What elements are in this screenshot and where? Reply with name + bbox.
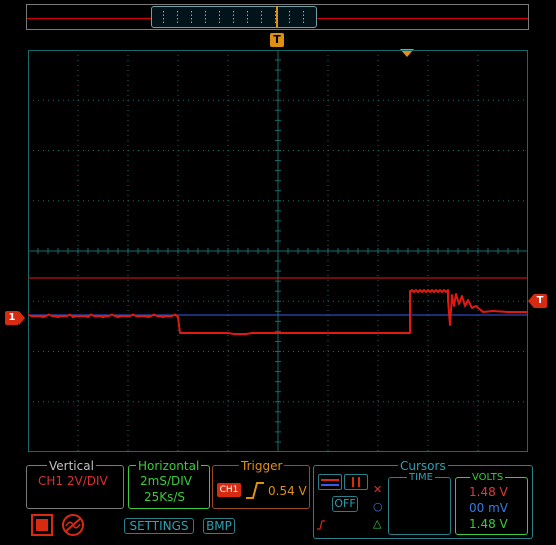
ch1-level-marker-label: 1 [8,312,16,323]
overview-grid-dot [303,11,304,13]
overview-grid-dot [191,18,192,20]
overview-grid-dot [261,11,262,13]
overview-grid-dot [261,21,262,23]
cursor-time-label: TIME [407,472,436,484]
overview-grid-dot [219,18,220,20]
bmp-label: BMP [206,519,232,533]
ch1-level-marker[interactable]: 1 [5,311,19,325]
cursor-vertical-mode-button[interactable] [344,474,368,490]
overview-grid-dot [289,11,290,13]
cursor-time-box [388,477,451,535]
overview-grid-dot [163,18,164,20]
overview-grid-dot [163,11,164,13]
scope-display[interactable] [28,50,528,452]
horizontal-timebase-value[interactable]: 2mS/DIV [140,474,192,488]
overview-grid-dot [205,11,206,13]
overview-grid-dot [303,14,304,16]
cursor-v2-value: 1.48 V [469,517,508,531]
auto-setup-disabled-icon[interactable] [60,513,86,537]
overview-grid-dot [247,18,248,20]
horizontal-sample-rate: 25Ks/S [144,490,186,504]
cursor-v1-value: 1.48 V [469,485,508,499]
overview-trigger-line [276,6,278,28]
cursor-delta-value: 00 mV [469,501,508,515]
overview-grid-dot [177,14,178,16]
trigger-position-marker[interactable]: T [270,33,284,47]
overview-grid-dot [191,14,192,16]
overview-grid-dot [191,21,192,23]
trigger-panel-title: Trigger [239,459,285,473]
overview-grid-dot [233,11,234,13]
rising-edge-icon[interactable] [244,480,266,500]
overview-grid-dot [219,21,220,23]
overview-grid-dot [205,14,206,16]
cursor-triangle-icon: △ [373,517,382,530]
overview-grid-dot [233,14,234,16]
overview-grid-dot [303,18,304,20]
overview-grid-dot [247,11,248,13]
scope-graticule [28,50,528,452]
overview-grid-dot [247,14,248,16]
overview-grid-dot [177,11,178,13]
overview-grid-dots [163,11,304,23]
settings-button[interactable]: SETTINGS [124,518,194,534]
overview-grid-dot [191,11,192,13]
trigger-channel-badge[interactable]: CH1 [217,483,241,497]
trigger-level-marker[interactable]: T [533,294,547,308]
trigger-channel-label: CH1 [219,485,239,495]
overview-grid-dot [233,21,234,23]
overview-grid-dot [289,14,290,16]
trigger-level-marker-label: T [536,295,544,306]
overview-grid-dot [219,14,220,16]
trigger-level-value[interactable]: 0.54 V [268,484,307,498]
horizontal-panel-title: Horizontal [136,459,202,473]
overview-grid-dot [247,21,248,23]
overview-grid-dot [205,18,206,20]
cursor-off-button[interactable]: OFF [332,496,358,512]
overview-grid-dot [219,11,220,13]
cursor-volts-label: VOLTS [470,472,506,484]
overview-grid-dot [177,21,178,23]
overview-grid-dot [261,14,262,16]
overview-grid-dot [289,21,290,23]
cursor-x-icon: ✕ [373,483,383,496]
run-stop-button[interactable] [31,514,53,536]
cursor-circle-icon: ○ [373,500,383,513]
cursor-horizontal-mode-button[interactable] [318,474,342,490]
cursor-off-label: OFF [334,497,356,510]
overview-grid-dot [163,14,164,16]
stop-icon [36,519,48,531]
overview-grid-dot [261,18,262,20]
vertical-panel-title: Vertical [47,459,96,473]
overview-grid-dot [289,18,290,20]
bmp-button[interactable]: BMP [203,518,235,534]
overview-grid-dot [205,21,206,23]
cursors-panel-title: Cursors [398,459,448,473]
overview-grid-dot [177,18,178,20]
vertical-scale-value[interactable]: CH1 2V/DIV [38,474,108,488]
ch1-level-marker-arrow-icon [19,311,25,325]
trigger-position-label: T [273,33,281,46]
settings-label: SETTINGS [129,519,189,533]
overview-grid-dot [233,18,234,20]
overview-grid-dot [303,21,304,23]
cursor-edge-icon [317,520,325,530]
overview-grid-dot [163,21,164,23]
